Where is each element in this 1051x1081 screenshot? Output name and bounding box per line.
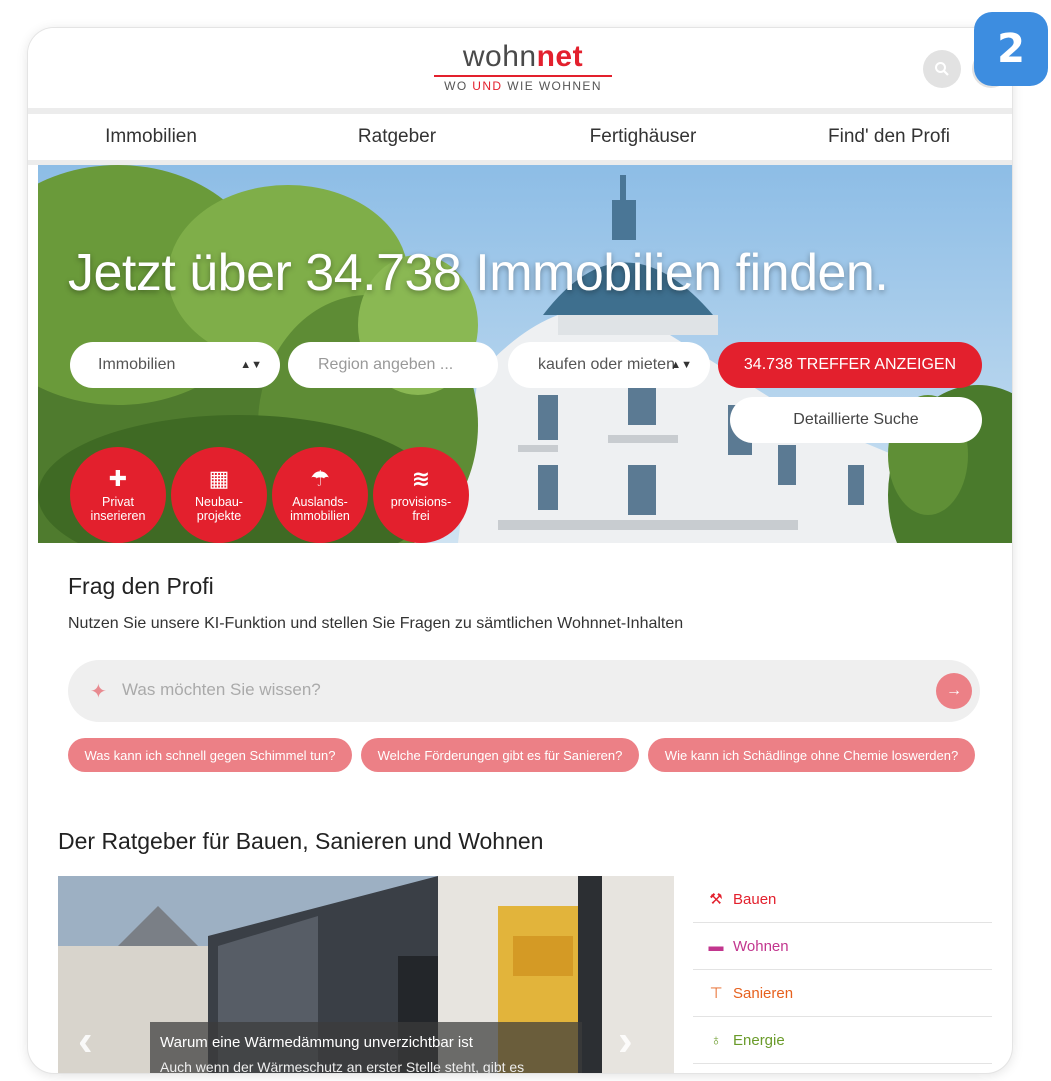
buy-or-rent-select[interactable]: kaufen oder mieten ▲▼ xyxy=(508,342,710,388)
category-label: Sanieren xyxy=(733,984,794,1002)
hammer-icon: ⚒ xyxy=(709,891,723,908)
property-type-select[interactable]: Immobilien ▲▼ xyxy=(70,342,280,388)
nav-item-find-den-profi[interactable]: Find' den Profi xyxy=(766,114,1012,160)
category-label: Bauen xyxy=(733,890,777,908)
category-label: Wohnen xyxy=(733,937,789,955)
quick-link-neubauprojekte[interactable]: ▦ Neubau- projekte xyxy=(171,447,267,543)
plus-icon: ✚ xyxy=(108,466,128,491)
hero-search: Jetzt über 34.738 Immobilien finden. Imm… xyxy=(38,165,1012,543)
main-nav: Immobilien Ratgeber Fertighäuser Find' d… xyxy=(28,114,1012,160)
profi-section-title: Frag den Profi xyxy=(68,573,214,599)
hero-title: Jetzt über 34.738 Immobilien finden. xyxy=(68,244,889,302)
search-icon xyxy=(935,62,949,76)
sparkle-icon: ✦ xyxy=(90,681,107,703)
tagline-a: WO xyxy=(444,79,473,93)
logo-part-wohn: wohn xyxy=(462,40,537,73)
ask-submit-button[interactable]: → xyxy=(936,673,972,709)
profi-section-subtitle: Nutzen Sie unsere KI-Funktion und stelle… xyxy=(68,615,684,632)
category-energie[interactable]: ♁ Energie xyxy=(693,1017,992,1064)
ai-question-placeholder: Was möchten Sie wissen? xyxy=(122,680,321,699)
ratgeber-category-list: ⚒ Bauen ▬ Wohnen ⊤ Sanieren ♁ Energie xyxy=(693,876,992,1064)
building-icon: ▦ xyxy=(208,466,230,491)
quick-link-line2: projekte xyxy=(196,509,242,523)
category-label: Energie xyxy=(733,1031,785,1049)
beach-umbrella-icon: ☂ xyxy=(310,466,330,491)
quick-link-line2: inserieren xyxy=(90,509,146,523)
logo-underline xyxy=(434,75,612,77)
browser-frame: wohnnet WO UND WIE WOHNEN Immobilien Rat… xyxy=(28,28,1012,1073)
carousel-next-button[interactable]: › xyxy=(618,1016,633,1066)
tagline-b: UND xyxy=(472,79,503,93)
ratgeber-carousel[interactable]: ‹ › Warum eine Wärmedämmung unverzichtba… xyxy=(58,876,674,1073)
caption-teaser: Auch wenn der Wärmeschutz an erster Stel… xyxy=(160,1059,525,1073)
select-arrows-icon: ▲▼ xyxy=(240,359,262,371)
quick-link-privat-inserieren[interactable]: ✚ Privat inserieren xyxy=(70,447,166,543)
logo-tagline: WO UND WIE WOHNEN xyxy=(428,79,618,93)
nav-item-immobilien[interactable]: Immobilien xyxy=(28,114,274,160)
ratgeber-section-title: Der Ratgeber für Bauen, Sanieren und Woh… xyxy=(58,828,544,854)
quick-link-line2: immobilien xyxy=(290,509,350,523)
region-input[interactable]: Region angeben ... xyxy=(288,342,498,388)
quick-link-line1: Neubau- xyxy=(195,495,243,509)
ai-question-input[interactable]: ✦ Was möchten Sie wissen? → xyxy=(68,660,980,722)
nav-item-fertighaeuser[interactable]: Fertighäuser xyxy=(520,114,766,160)
suggestion-chip-schaedlinge[interactable]: Wie kann ich Schädlinge ohne Chemie losw… xyxy=(648,738,975,772)
search-button[interactable] xyxy=(923,50,961,88)
suggestion-chip-foerderungen[interactable]: Welche Förderungen gibt es für Sanieren? xyxy=(361,738,639,772)
quick-link-line1: provisions- xyxy=(390,495,452,509)
property-type-value: Immobilien xyxy=(98,356,176,373)
quick-link-line1: Privat xyxy=(102,495,134,509)
site-header: wohnnet WO UND WIE WOHNEN xyxy=(28,28,1012,108)
paint-roller-icon: ⊤ xyxy=(709,985,723,1002)
quick-link-line1: Auslands- xyxy=(292,495,348,509)
nav-item-ratgeber[interactable]: Ratgeber xyxy=(274,114,520,160)
region-placeholder: Region angeben ... xyxy=(318,356,454,373)
category-wohnen[interactable]: ▬ Wohnen xyxy=(693,923,992,970)
carousel-caption[interactable]: Warum eine Wärmedämmung unverzichtbar is… xyxy=(150,1022,582,1073)
logo-wordmark: wohnnet xyxy=(428,40,618,74)
category-sanieren[interactable]: ⊤ Sanieren xyxy=(693,970,992,1017)
wohnnet-logo[interactable]: wohnnet WO UND WIE WOHNEN xyxy=(428,40,618,93)
lightbulb-icon: ♁ xyxy=(710,1031,722,1049)
sofa-icon: ▬ xyxy=(708,937,724,955)
detailed-search-button[interactable]: Detaillierte Suche xyxy=(730,397,982,443)
carousel-prev-button[interactable]: ‹ xyxy=(78,1016,93,1066)
category-bauen[interactable]: ⚒ Bauen xyxy=(693,876,992,923)
buy-or-rent-value: kaufen oder mieten xyxy=(538,356,675,373)
select-arrows-icon: ▲▼ xyxy=(670,359,692,371)
logo-part-net: net xyxy=(536,40,584,73)
tagline-c: WIE WOHNEN xyxy=(502,79,602,93)
arrow-right-icon: → xyxy=(946,682,962,699)
quick-link-auslandsimmobilien[interactable]: ☂ Auslands- immobilien xyxy=(272,447,368,543)
caption-title: Warum eine Wärmedämmung unverzichtbar is… xyxy=(160,1034,473,1051)
quick-link-provisionsfrei[interactable]: ≋ provisions- frei xyxy=(373,447,469,543)
show-results-button[interactable]: 34.738 TREFFER ANZEIGEN xyxy=(718,342,982,388)
quick-link-line2: frei xyxy=(412,509,430,523)
coins-icon: ≋ xyxy=(411,466,431,491)
step-badge: 2 xyxy=(974,12,1048,86)
suggestion-chip-schimmel[interactable]: Was kann ich schnell gegen Schimmel tun? xyxy=(68,738,352,772)
